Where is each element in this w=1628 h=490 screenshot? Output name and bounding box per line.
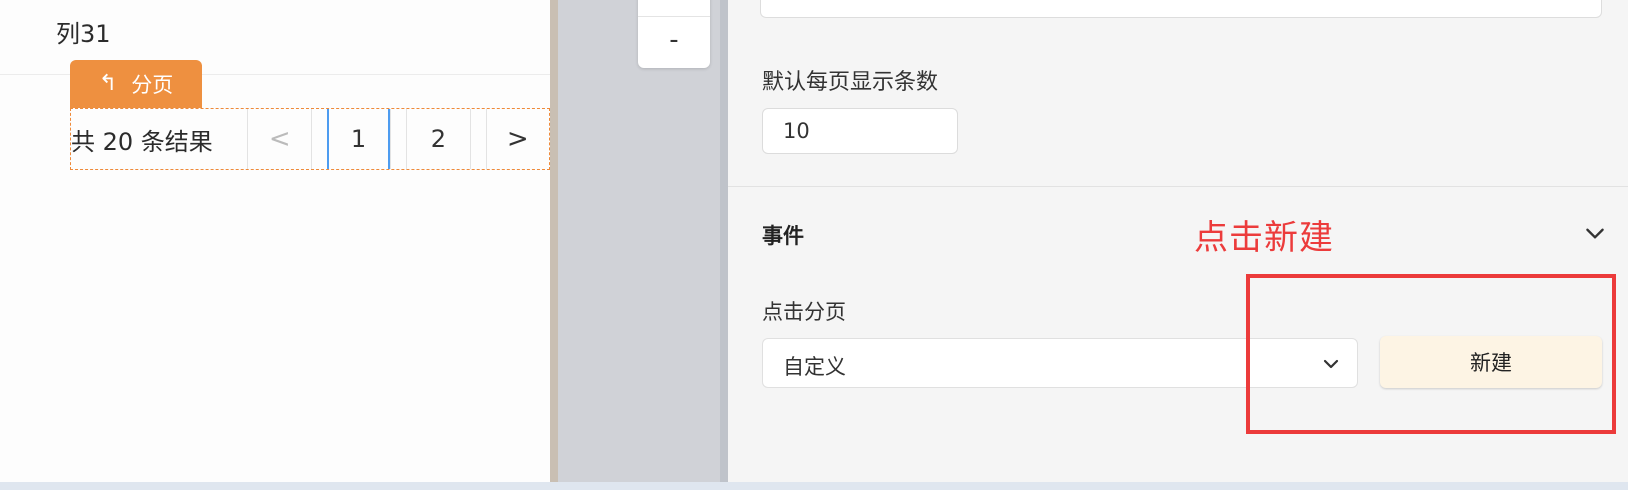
annotation-highlight-box — [1246, 274, 1616, 434]
zoom-out-button[interactable]: - — [638, 17, 710, 63]
pagination-component[interactable]: 共 20 条结果 < 1 2 > — [70, 108, 550, 170]
section-divider — [728, 186, 1628, 187]
return-up-icon[interactable]: ↰ — [99, 73, 117, 95]
click-page-label: 点击分页 — [762, 300, 846, 324]
top-field-partial[interactable] — [760, 0, 1602, 18]
table-column-header: 列31 — [56, 20, 111, 48]
component-tag-pagination[interactable]: ↰ 分页 — [70, 60, 202, 108]
pagination-spacer — [310, 109, 327, 169]
pagination-page-2[interactable]: 2 — [406, 109, 469, 169]
pagination-prev-button[interactable]: < — [247, 109, 310, 169]
annotation-text: 点击新建 — [1194, 218, 1334, 258]
canvas-divider — [550, 0, 558, 482]
bottom-bar — [0, 482, 1628, 490]
canvas-gutter: - — [558, 0, 720, 482]
page-size-label: 默认每页显示条数 — [762, 70, 939, 95]
chevron-down-icon[interactable] — [1582, 220, 1608, 246]
events-section-title: 事件 — [762, 224, 804, 248]
pagination-page-1[interactable]: 1 — [326, 109, 391, 169]
pagination-next-button[interactable]: > — [485, 109, 549, 169]
pagination-total: 共 20 条结果 — [71, 127, 213, 156]
page-size-input[interactable]: 10 — [762, 108, 958, 154]
pagination-spacer — [469, 109, 486, 169]
design-canvas: 列31 ↰ 分页 共 20 条结果 < 1 2 > — [0, 0, 550, 482]
zoom-control: - — [638, 0, 710, 68]
zoom-level-cut — [638, 0, 710, 17]
pagination-spacer — [390, 109, 406, 169]
click-page-select-value: 自定义 — [783, 355, 846, 379]
panel-edge — [720, 0, 728, 482]
component-tag-label: 分页 — [131, 73, 174, 97]
